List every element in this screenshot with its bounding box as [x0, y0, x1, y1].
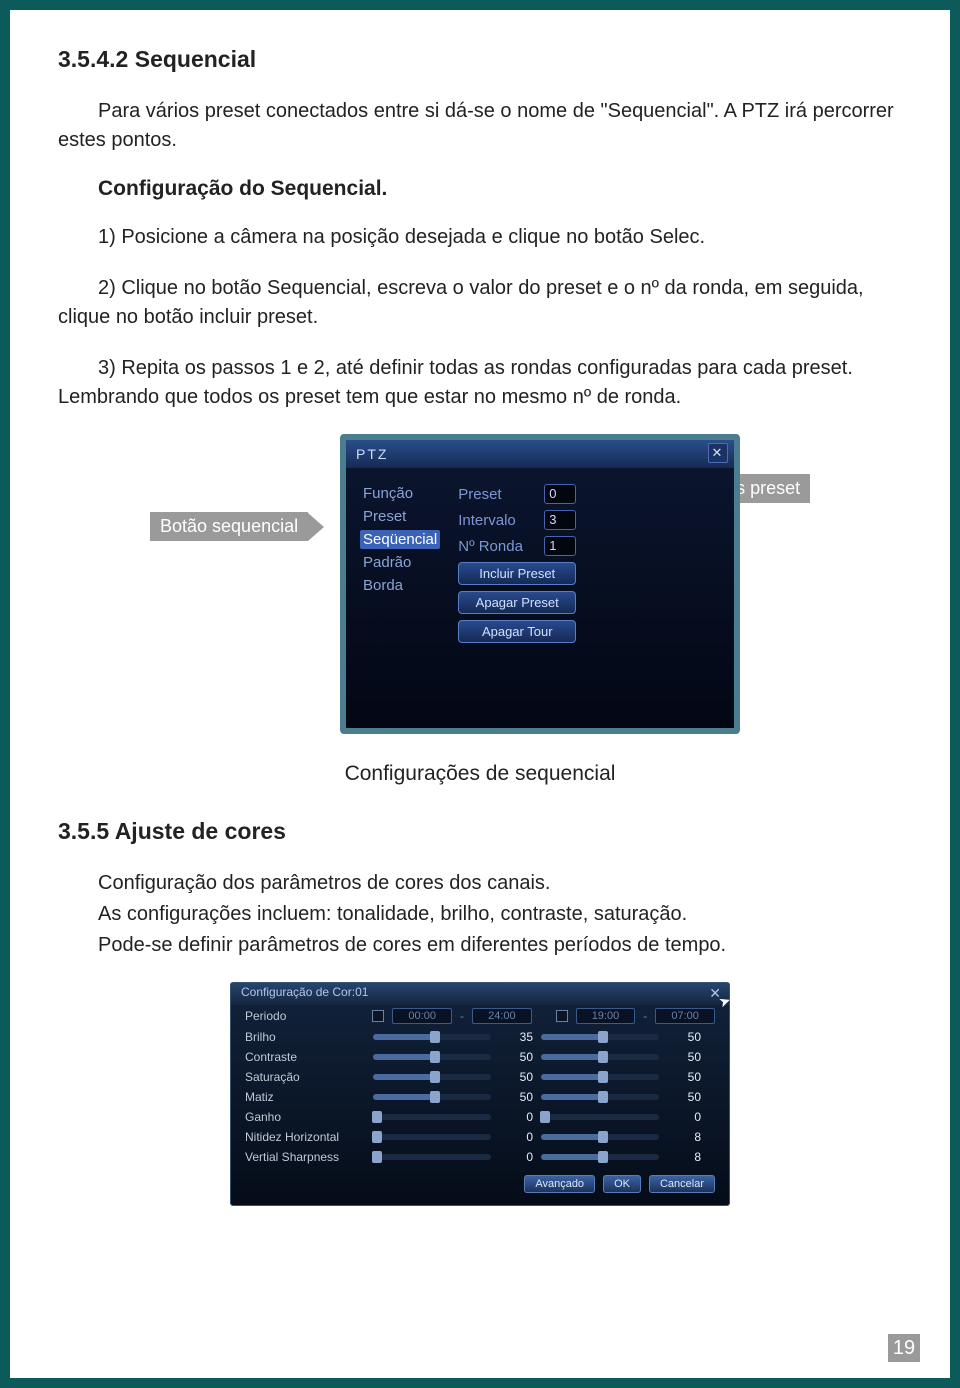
slider-row-nitidez-h: Nitidez Horizontal 0 8 [231, 1127, 729, 1147]
slider-value-2: 50 [667, 1050, 701, 1064]
ok-button[interactable]: OK [603, 1175, 641, 1193]
slider-input[interactable] [541, 1094, 659, 1100]
slider-value-2: 50 [667, 1070, 701, 1084]
dash-1: - [460, 1009, 464, 1023]
slider-row-brilho: Brilho 35 50 [231, 1027, 729, 1047]
slider-input[interactable] [541, 1114, 659, 1120]
slider-label: Vertial Sharpness [245, 1150, 365, 1164]
slider-label: Brilho [245, 1030, 365, 1044]
ptz-title-text: PTZ [356, 446, 388, 462]
slider-value-1: 50 [499, 1090, 533, 1104]
time1-start[interactable]: 00:00 [392, 1008, 452, 1024]
step-1: 1) Posicione a câmera na posição desejad… [58, 223, 902, 252]
caption-sequencial: Configurações de sequencial [58, 762, 902, 786]
preset-field-input[interactable]: 0 [544, 484, 576, 504]
slider-label: Contraste [245, 1050, 365, 1064]
section-title-2: 3.5.5 Ajuste de cores [58, 818, 902, 845]
ptz-dialog: PTZ ✕ Função Preset Seqüencial Padrão Bo… [340, 434, 740, 734]
slider-input[interactable] [541, 1134, 659, 1140]
step-2: 2) Clique no botão Sequencial, escreva o… [58, 274, 902, 332]
func-borda[interactable]: Borda [360, 576, 440, 595]
ronda-field-label: Nº Ronda [458, 538, 536, 555]
func-preset[interactable]: Preset [360, 507, 440, 526]
slider-row-matiz: Matiz 50 50 [231, 1087, 729, 1107]
slider-value-2: 50 [667, 1030, 701, 1044]
slider-row-ganho: Ganho 0 0 [231, 1107, 729, 1127]
slider-row-contraste: Contraste 50 50 [231, 1047, 729, 1067]
slider-input[interactable] [541, 1074, 659, 1080]
slider-row-vertial-sharpness: Vertial Sharpness 0 8 [231, 1147, 729, 1167]
slider-value-1: 50 [499, 1070, 533, 1084]
slider-input[interactable] [373, 1134, 491, 1140]
slider-input[interactable] [373, 1054, 491, 1060]
func-padrao[interactable]: Padrão [360, 553, 440, 572]
color-p2: As configurações incluem: tonalidade, br… [58, 900, 902, 929]
periodo-checkbox-2[interactable] [556, 1010, 568, 1022]
color-p1: Configuração dos parâmetros de cores dos… [58, 869, 902, 898]
incluir-preset-button[interactable]: Incluir Preset [458, 562, 576, 585]
ptz-screenshot: Botão sequencial Campo dos valores prese… [160, 434, 800, 734]
color-dialog-titlebar: Configuração de Cor:01 ✕ ➤ [231, 983, 729, 1005]
intervalo-field-input[interactable]: 3 [544, 510, 576, 530]
ronda-field-input[interactable]: 1 [544, 536, 576, 556]
slider-value-2: 50 [667, 1090, 701, 1104]
cancelar-button[interactable]: Cancelar [649, 1175, 715, 1193]
ptz-function-list: Função Preset Seqüencial Padrão Borda [360, 484, 440, 643]
slider-label: Nitidez Horizontal [245, 1130, 365, 1144]
slider-input[interactable] [373, 1094, 491, 1100]
slider-value-1: 35 [499, 1030, 533, 1044]
color-dialog-title-text: Configuração de Cor:01 [241, 985, 368, 999]
subheading-config: Configuração do Sequencial. [58, 177, 902, 201]
apagar-preset-button[interactable]: Apagar Preset [458, 591, 576, 614]
page-number: 19 [888, 1334, 920, 1362]
slider-value-2: 0 [667, 1110, 701, 1124]
slider-label: Saturação [245, 1070, 365, 1084]
callout-botao-sequencial: Botão sequencial [150, 512, 308, 541]
time2-end[interactable]: 07:00 [655, 1008, 715, 1024]
slider-input[interactable] [541, 1034, 659, 1040]
color-p3: Pode-se definir parâmetros de cores em d… [58, 931, 902, 960]
func-sequencial[interactable]: Seqüencial [360, 530, 440, 549]
color-config-dialog: Configuração de Cor:01 ✕ ➤ Periodo 00:00… [230, 982, 730, 1206]
time1-end[interactable]: 24:00 [472, 1008, 532, 1024]
slider-input[interactable] [373, 1034, 491, 1040]
periodo-row: Periodo 00:00 - 24:00 19:00 - 07:00 [231, 1005, 729, 1027]
slider-value-1: 50 [499, 1050, 533, 1064]
time2-start[interactable]: 19:00 [576, 1008, 636, 1024]
slider-input[interactable] [373, 1114, 491, 1120]
slider-input[interactable] [541, 1054, 659, 1060]
ptz-titlebar: PTZ ✕ [346, 440, 734, 468]
slider-value-2: 8 [667, 1150, 701, 1164]
avancado-button[interactable]: Avançado [524, 1175, 595, 1193]
func-funcao[interactable]: Função [360, 484, 440, 503]
slider-label: Ganho [245, 1110, 365, 1124]
intervalo-field-label: Intervalo [458, 512, 536, 529]
step-3: 3) Repita os passos 1 e 2, até definir t… [58, 354, 902, 412]
slider-value-1: 0 [499, 1150, 533, 1164]
slider-row-saturacao: Saturação 50 50 [231, 1067, 729, 1087]
slider-value-1: 0 [499, 1130, 533, 1144]
close-icon[interactable]: ✕ [708, 443, 728, 463]
preset-field-label: Preset [458, 486, 536, 503]
periodo-label: Periodo [245, 1009, 364, 1023]
dash-2: - [643, 1009, 647, 1023]
slider-label: Matiz [245, 1090, 365, 1104]
paragraph-intro: Para vários preset conectados entre si d… [58, 97, 902, 155]
section-title-1: 3.5.4.2 Sequencial [58, 46, 902, 73]
slider-input[interactable] [373, 1074, 491, 1080]
slider-value-2: 8 [667, 1130, 701, 1144]
slider-input[interactable] [373, 1154, 491, 1160]
apagar-tour-button[interactable]: Apagar Tour [458, 620, 576, 643]
slider-input[interactable] [541, 1154, 659, 1160]
slider-value-1: 0 [499, 1110, 533, 1124]
periodo-checkbox-1[interactable] [372, 1010, 384, 1022]
